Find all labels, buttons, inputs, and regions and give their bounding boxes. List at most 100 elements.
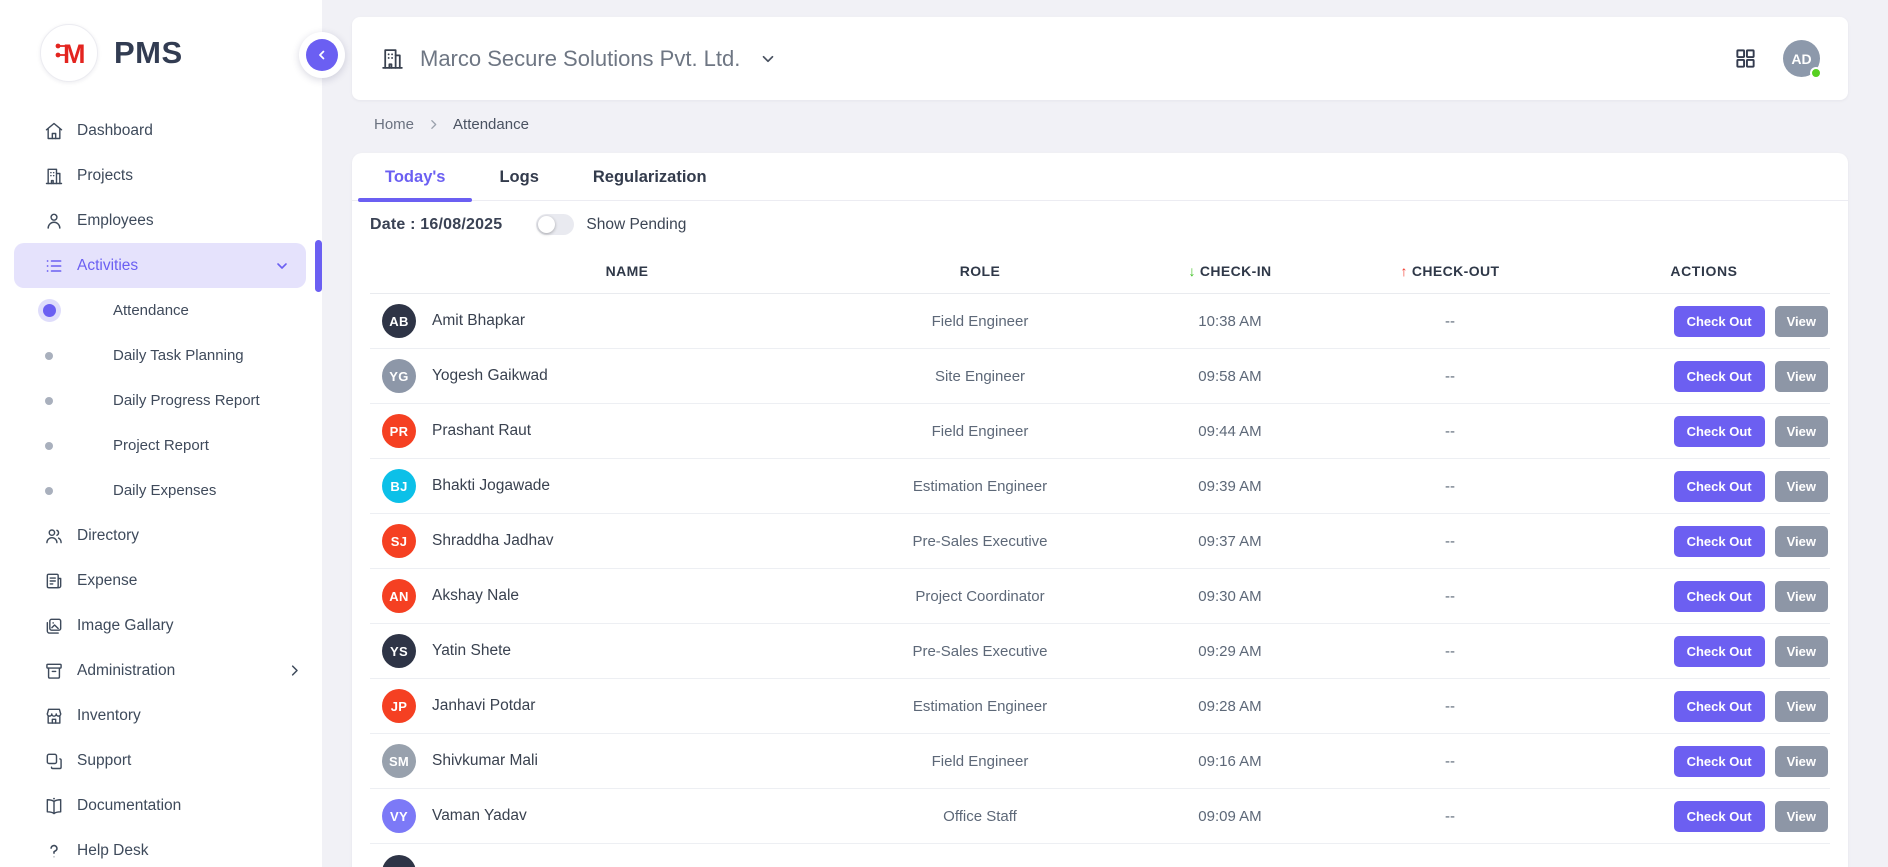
sidebar-subitem-label: Daily Expenses bbox=[113, 482, 216, 499]
check-out-button[interactable]: Check Out bbox=[1674, 471, 1765, 502]
employee-role: Estimation Engineer bbox=[822, 478, 1138, 495]
check-out-time: -- bbox=[1322, 588, 1578, 605]
employee-role: Office Staff bbox=[822, 808, 1138, 825]
view-button[interactable]: View bbox=[1775, 361, 1828, 392]
chevron-right-icon bbox=[287, 663, 302, 678]
avatar bbox=[382, 855, 416, 867]
view-button[interactable]: View bbox=[1775, 636, 1828, 667]
chevron-left-icon bbox=[306, 39, 338, 71]
view-button[interactable]: View bbox=[1775, 306, 1828, 337]
employee-role: Field Engineer bbox=[822, 753, 1138, 770]
view-button[interactable]: View bbox=[1775, 746, 1828, 777]
chevron-right-icon bbox=[427, 118, 440, 131]
check-out-button[interactable]: Check Out bbox=[1674, 526, 1765, 557]
check-out-button[interactable]: Check Out bbox=[1674, 636, 1765, 667]
sidebar-subitem-label: Project Report bbox=[113, 437, 209, 454]
view-button[interactable]: View bbox=[1775, 416, 1828, 447]
sidebar-item-activities[interactable]: Activities bbox=[14, 243, 306, 288]
apps-grid-icon[interactable] bbox=[1734, 47, 1757, 70]
employee-role: Field Engineer bbox=[822, 423, 1138, 440]
view-button[interactable]: View bbox=[1775, 801, 1828, 832]
check-in-time: 09:37 AM bbox=[1138, 533, 1322, 550]
home-icon bbox=[44, 121, 64, 141]
check-out-button[interactable]: Check Out bbox=[1674, 581, 1765, 612]
sidebar-item-daily-progress-report[interactable]: Daily Progress Report bbox=[0, 378, 322, 423]
employee-role: Field Engineer bbox=[822, 313, 1138, 330]
sidebar-item-daily-task-planning[interactable]: Daily Task Planning bbox=[0, 333, 322, 378]
sidebar-item-label: Image Gallary bbox=[77, 617, 173, 635]
check-out-button[interactable]: Check Out bbox=[1674, 801, 1765, 832]
sidebar-item-employees[interactable]: Employees bbox=[0, 198, 322, 243]
building-icon bbox=[44, 166, 64, 186]
sidebar-item-label: Projects bbox=[77, 167, 133, 185]
sidebar-item-daily-expenses[interactable]: Daily Expenses bbox=[0, 468, 322, 513]
sidebar-item-label: Administration bbox=[77, 662, 175, 680]
check-out-button[interactable]: Check Out bbox=[1674, 416, 1765, 447]
sidebar-item-help-desk[interactable]: Help Desk bbox=[0, 828, 322, 867]
breadcrumb-home[interactable]: Home bbox=[374, 116, 414, 133]
column-header-name: NAME bbox=[432, 263, 822, 279]
user-avatar[interactable]: AD bbox=[1783, 40, 1820, 77]
book-icon bbox=[44, 796, 64, 816]
sidebar-item-support[interactable]: Support bbox=[0, 738, 322, 783]
gallery-icon bbox=[44, 616, 64, 636]
sidebar-item-inventory[interactable]: Inventory bbox=[0, 693, 322, 738]
archive-icon bbox=[44, 661, 64, 681]
column-header-check-out[interactable]: ↑CHECK-OUT bbox=[1322, 263, 1578, 279]
view-button[interactable]: View bbox=[1775, 526, 1828, 557]
company-selector[interactable]: Marco Secure Solutions Pvt. Ltd. bbox=[380, 46, 777, 72]
check-out-time: -- bbox=[1322, 808, 1578, 825]
avatar: AB bbox=[382, 304, 416, 338]
building-icon bbox=[380, 46, 405, 71]
bullet-icon bbox=[40, 397, 58, 405]
avatar: YS bbox=[382, 634, 416, 668]
avatar: JP bbox=[382, 689, 416, 723]
view-button[interactable]: View bbox=[1775, 691, 1828, 722]
sidebar-item-directory[interactable]: Directory bbox=[0, 513, 322, 558]
view-button[interactable]: View bbox=[1775, 581, 1828, 612]
sidebar-item-label: Employees bbox=[77, 212, 154, 230]
check-in-time: 09:16 AM bbox=[1138, 753, 1322, 770]
sidebar-item-image-gallery[interactable]: Image Gallary bbox=[0, 603, 322, 648]
sidebar-collapse-button[interactable] bbox=[299, 32, 345, 78]
tab-regularization[interactable]: Regularization bbox=[566, 153, 734, 200]
tab-todays[interactable]: Today's bbox=[358, 153, 472, 200]
employee-name: Janhavi Potdar bbox=[432, 697, 822, 715]
chevron-down-icon bbox=[759, 50, 777, 68]
employee-name: Prashant Raut bbox=[432, 422, 822, 440]
view-button[interactable]: View bbox=[1775, 471, 1828, 502]
top-header: Marco Secure Solutions Pvt. Ltd. AD bbox=[352, 17, 1848, 100]
sidebar-item-project-report[interactable]: Project Report bbox=[0, 423, 322, 468]
employee-role: Site Engineer bbox=[822, 368, 1138, 385]
sidebar-item-administration[interactable]: Administration bbox=[0, 648, 322, 693]
sidebar-item-attendance[interactable]: Attendance bbox=[0, 288, 322, 333]
check-out-time: -- bbox=[1322, 643, 1578, 660]
online-status-dot bbox=[1810, 67, 1822, 79]
show-pending-label: Show Pending bbox=[586, 216, 686, 234]
sidebar-item-expense[interactable]: Expense bbox=[0, 558, 322, 603]
receipt-icon bbox=[44, 571, 64, 591]
tab-logs[interactable]: Logs bbox=[472, 153, 565, 200]
employee-name: Amit Bhapkar bbox=[432, 312, 822, 330]
check-out-button[interactable]: Check Out bbox=[1674, 691, 1765, 722]
check-out-button[interactable]: Check Out bbox=[1674, 361, 1765, 392]
table-row: AN Akshay Nale Project Coordinator 09:30… bbox=[370, 569, 1830, 624]
sidebar-item-projects[interactable]: Projects bbox=[0, 153, 322, 198]
bullet-icon bbox=[40, 304, 58, 317]
employee-role: Pre-Sales Executive bbox=[822, 643, 1138, 660]
sidebar-item-documentation[interactable]: Documentation bbox=[0, 783, 322, 828]
check-in-time: 09:30 AM bbox=[1138, 588, 1322, 605]
check-out-button[interactable]: Check Out bbox=[1674, 306, 1765, 337]
check-out-button[interactable]: Check Out bbox=[1674, 746, 1765, 777]
check-in-time: 09:44 AM bbox=[1138, 423, 1322, 440]
show-pending-toggle[interactable] bbox=[536, 214, 574, 235]
employee-name: Yogesh Gaikwad bbox=[432, 367, 822, 385]
table-row: SM Shivkumar Mali Field Engineer 09:16 A… bbox=[370, 734, 1830, 789]
sidebar-item-dashboard[interactable]: Dashboard bbox=[0, 108, 322, 153]
sidebar-item-label: Activities bbox=[77, 257, 138, 275]
employee-role: Estimation Engineer bbox=[822, 698, 1138, 715]
employee-name: Bhakti Jogawade bbox=[432, 477, 822, 495]
sidebar-item-label: Inventory bbox=[77, 707, 141, 725]
column-header-check-in[interactable]: ↓CHECK-IN bbox=[1138, 263, 1322, 279]
table-row: AB Amit Bhapkar Field Engineer 10:38 AM … bbox=[370, 294, 1830, 349]
